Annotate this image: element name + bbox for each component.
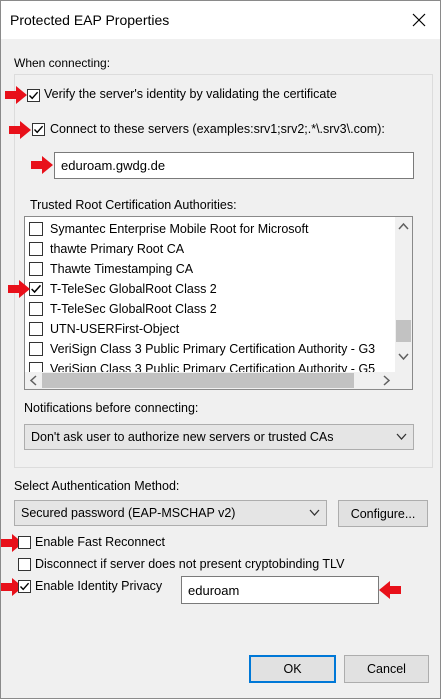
disconnect-tlv-checkbox[interactable] (18, 558, 31, 571)
disconnect-tlv-label: Disconnect if server does not present cr… (35, 557, 345, 571)
title-bar: Protected EAP Properties (1, 1, 440, 39)
scroll-right-icon[interactable] (383, 375, 391, 386)
ca-list-item[interactable]: VeriSign Class 3 Public Primary Certific… (29, 339, 375, 359)
configure-button[interactable]: Configure... (338, 500, 428, 527)
trusted-root-label: Trusted Root Certification Authorities: (30, 198, 237, 212)
ca-list-item[interactable]: Symantec Enterprise Mobile Root for Micr… (29, 219, 308, 239)
checkmark-icon (19, 582, 30, 591)
ca-item-checkbox[interactable] (29, 302, 43, 316)
annotation-arrow-icon (31, 156, 53, 174)
auth-method-selected: Secured password (EAP-MSCHAP v2) (21, 506, 236, 520)
ca-item-checkbox[interactable] (29, 322, 43, 336)
connect-servers-checkbox[interactable] (32, 123, 45, 136)
annotation-arrow-icon (379, 581, 401, 599)
identity-privacy-checkbox[interactable] (18, 580, 31, 593)
ca-item-checkbox[interactable] (29, 242, 43, 256)
scrollbar-corner (395, 372, 412, 389)
close-button[interactable] (406, 7, 432, 33)
chevron-down-icon (396, 433, 407, 440)
cancel-button[interactable]: Cancel (344, 655, 429, 683)
ca-item-label: Symantec Enterprise Mobile Root for Micr… (50, 222, 309, 236)
annotation-arrow-icon (8, 280, 30, 298)
close-icon (412, 13, 426, 27)
verify-server-checkbox[interactable] (27, 89, 40, 102)
auth-method-select[interactable]: Secured password (EAP-MSCHAP v2) (14, 500, 327, 526)
annotation-arrow-icon (9, 121, 31, 139)
ca-item-label: T-TeleSec GlobalRoot Class 2 (50, 282, 217, 296)
checkmark-icon (33, 125, 44, 134)
checkmark-icon (31, 284, 42, 294)
ca-item-checkbox[interactable] (29, 342, 43, 356)
ca-item-label: T-TeleSec GlobalRoot Class 2 (50, 302, 217, 316)
fast-reconnect-label: Enable Fast Reconnect (35, 535, 165, 549)
notifications-label: Notifications before connecting: (24, 401, 199, 415)
window-title: Protected EAP Properties (10, 12, 170, 28)
ca-item-checkbox[interactable] (29, 262, 43, 276)
identity-privacy-label: Enable Identity Privacy (35, 579, 163, 593)
ca-item-checkbox[interactable] (29, 222, 43, 236)
scroll-down-icon[interactable] (398, 353, 409, 361)
ca-list-item[interactable]: Thawte Timestamping CA (29, 259, 193, 279)
auth-method-label: Select Authentication Method: (14, 479, 180, 493)
ca-item-label: UTN-USERFirst-Object (50, 322, 180, 336)
connecting-group-label: When connecting: (14, 56, 111, 70)
scrollbar-thumb[interactable] (396, 320, 411, 342)
chevron-down-icon (309, 509, 320, 516)
connect-servers-label: Connect to these servers (examples:srv1;… (50, 122, 385, 136)
ca-list-item[interactable]: thawte Primary Root CA (29, 239, 184, 259)
ok-button[interactable]: OK (249, 655, 336, 683)
checkmark-icon (28, 91, 39, 100)
notifications-select[interactable]: Don't ask user to authorize new servers … (24, 424, 414, 450)
verify-server-label: Verify the server's identity by validati… (44, 87, 337, 101)
scroll-left-icon[interactable] (29, 375, 37, 386)
ca-list-item[interactable]: T-TeleSec GlobalRoot Class 2 (29, 279, 217, 299)
horizontal-scrollbar[interactable] (25, 372, 396, 389)
ca-list-item[interactable]: UTN-USERFirst-Object (29, 319, 179, 339)
ca-item-label: VeriSign Class 3 Public Primary Certific… (50, 342, 376, 356)
protected-eap-dialog: Protected EAP Properties When connecting… (0, 0, 441, 699)
identity-privacy-input[interactable]: eduroam (181, 576, 379, 604)
ca-item-label: thawte Primary Root CA (50, 242, 185, 256)
servers-input[interactable]: eduroam.gwdg.de (54, 152, 414, 179)
trusted-root-list[interactable]: Symantec Enterprise Mobile Root for Micr… (24, 216, 413, 390)
ca-item-label: Thawte Timestamping CA (50, 262, 194, 276)
ca-item-checkbox[interactable] (29, 282, 43, 296)
scroll-up-icon[interactable] (398, 222, 409, 230)
ca-list-item[interactable]: T-TeleSec GlobalRoot Class 2 (29, 299, 217, 319)
scrollbar-thumb[interactable] (42, 373, 354, 388)
vertical-scrollbar[interactable] (395, 217, 412, 372)
annotation-arrow-icon (5, 86, 27, 104)
notifications-selected: Don't ask user to authorize new servers … (31, 430, 334, 444)
fast-reconnect-checkbox[interactable] (18, 536, 31, 549)
